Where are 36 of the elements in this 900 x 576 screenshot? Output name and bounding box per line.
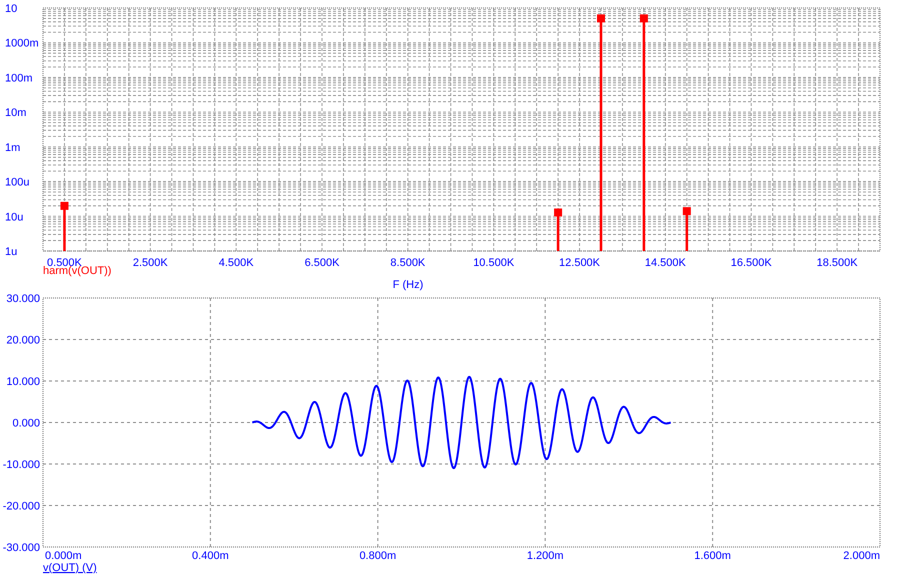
spectrum-stem: [554, 208, 562, 251]
spectrum-stem: [60, 202, 68, 251]
y-tick-label: 1m: [5, 142, 20, 154]
y-tick-label: 10.000: [6, 376, 40, 388]
x-tick-label: 14.500K: [644, 257, 686, 269]
y-tick-label: -10.000: [2, 459, 40, 471]
x-tick-label: 12.500K: [559, 257, 600, 269]
trace-label: v(OUT) (V): [43, 562, 97, 574]
x-tick-label: 0.000m: [45, 550, 82, 562]
x-tick-label: 2.500K: [132, 257, 168, 269]
x-tick-label: 8.500K: [390, 257, 426, 269]
y-tick-label: 100m: [5, 72, 33, 84]
y-tick-label: 10u: [5, 211, 24, 224]
y-tick-label: 100u: [5, 176, 30, 189]
x-tick-label: 18.500K: [816, 257, 858, 269]
x-tick-label: 2.000m: [843, 550, 880, 562]
y-tick-label: 30.000: [6, 293, 40, 305]
y-tick-label: 1000m: [5, 38, 39, 50]
y-tick-label: 0.000: [12, 418, 40, 430]
y-tick-label: 1u: [5, 246, 18, 258]
y-tick-label: -30.000: [2, 542, 40, 554]
series-label: harm(v(OUT)): [43, 265, 112, 277]
x-tick-label: 4.500K: [218, 257, 254, 269]
x-tick-label: 1.600m: [694, 550, 731, 562]
x-axis-title: F (Hz): [392, 279, 424, 291]
x-tick-label: 10.500K: [473, 257, 514, 269]
y-tick-label: 10m: [5, 107, 26, 120]
x-tick-label: 1.200m: [526, 550, 564, 562]
x-tick-label: 16.500K: [730, 257, 772, 269]
x-tick-label: 0.800m: [359, 550, 396, 562]
spectrum-stem: [682, 207, 691, 251]
y-tick-label: 10: [5, 3, 18, 15]
y-tick-label: 20.000: [6, 334, 40, 346]
x-tick-label: 6.500K: [304, 257, 340, 269]
y-tick-label: -20.000: [2, 500, 40, 512]
x-tick-label: 0.400m: [192, 550, 229, 562]
